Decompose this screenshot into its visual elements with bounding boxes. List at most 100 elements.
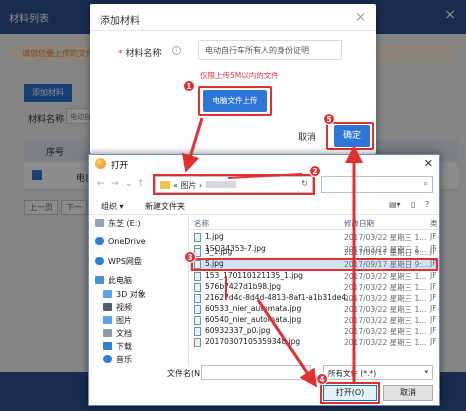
- file-date: 2017/03/22 星期三 1...: [344, 233, 427, 242]
- file-date: 2017/03/22 星期三 1...: [344, 272, 427, 281]
- chrome-icon: [95, 158, 106, 169]
- image-file-icon: [194, 305, 201, 314]
- step-badge-5: 5: [323, 113, 335, 125]
- file-date: 2017/03/22 星期三 1...: [344, 305, 427, 314]
- search-input[interactable]: ⌕: [321, 176, 433, 193]
- nav-item-onedrive[interactable]: OneDrive: [95, 237, 146, 249]
- nav-item-label: 音乐: [116, 355, 132, 364]
- file-type: JF: [430, 304, 437, 313]
- open-highlight-box: [320, 382, 380, 404]
- nav-item-label: 图片: [116, 316, 132, 325]
- nav-item-label: WPS网盘: [108, 257, 142, 266]
- file-row[interactable]: 60540_nier_automata.jpg 2017/03/22 星期三 1.…: [190, 315, 439, 326]
- filename-input[interactable]: [201, 365, 311, 380]
- nav-item-music[interactable]: 音乐: [103, 354, 132, 366]
- file-date: 2017/03/22 星期三 1...: [344, 338, 427, 347]
- preview-pane-icon[interactable]: ▯: [411, 200, 415, 209]
- info-icon: i: [172, 46, 181, 55]
- step-badge-1: 1: [183, 80, 195, 92]
- filetype-value: 所有文件 (*.*): [328, 369, 377, 378]
- image-file-icon: [194, 316, 201, 325]
- dialog-title: 打开: [111, 161, 129, 171]
- modal-cancel-button[interactable]: 取消: [298, 130, 316, 143]
- video-icon: [103, 303, 112, 311]
- chevron-down-icon: ▾: [424, 368, 428, 376]
- file-row[interactable]: 21627d4c-8d4d-4813-8af1-a1b31de4... 2017/…: [190, 293, 439, 304]
- file-type: JF: [430, 271, 437, 280]
- filetype-select[interactable]: 所有文件 (*.*) ▾: [323, 365, 433, 380]
- upload-highlight-box: [198, 86, 272, 116]
- file-list-header: 名称 修改日期 类: [190, 216, 439, 230]
- file-date: 2017/03/22 星期三 1...: [344, 327, 427, 336]
- file-row[interactable]: 1.jpg 2017/03/22 星期三 1... JF: [190, 232, 439, 243]
- file-row[interactable]: 153_170110121135_1.jpg 2017/03/22 星期三 1..…: [190, 271, 439, 282]
- forward-arrow-icon[interactable]: →: [111, 179, 119, 189]
- nav-item-label: 下载: [116, 342, 132, 351]
- material-name-label-text: 材料名称: [125, 49, 162, 59]
- nav-item-documents[interactable]: 文档: [103, 328, 132, 340]
- back-arrow-icon[interactable]: ←: [97, 179, 105, 189]
- nav-item-this-pc[interactable]: 此电脑: [95, 275, 132, 287]
- file-date: 2017/03/22 星期三 1...: [344, 316, 427, 325]
- close-icon[interactable]: ×: [355, 10, 366, 25]
- file-row[interactable]: 20170307105359348.jpg 2017/03/22 星期三 1...…: [190, 337, 439, 348]
- column-name[interactable]: 名称: [194, 218, 209, 229]
- confirm-highlight-box: [326, 122, 374, 150]
- navigation-pane: 东芝 (E:) OneDrive WPS网盘 此电脑 3D 对象 视频 图片 文…: [89, 216, 189, 366]
- dialog-cancel-button[interactable]: 取消: [383, 385, 433, 401]
- nav-item-3d-objects[interactable]: 3D 对象: [103, 289, 146, 301]
- image-file-icon: [194, 338, 201, 347]
- download-icon: [103, 342, 112, 350]
- nav-item-downloads[interactable]: 下载: [103, 341, 132, 353]
- file-date: 2017/03/22 星期三 1...: [344, 294, 427, 303]
- step-badge-3: 3: [184, 251, 196, 263]
- step-badge-4: 4: [316, 373, 328, 385]
- file-name: 60932337_p0.jpg: [205, 326, 271, 335]
- cloud-icon: [95, 257, 104, 265]
- file-type: JF: [430, 293, 437, 302]
- dialog-close-icon[interactable]: ✕: [424, 157, 433, 170]
- file-name: 153_170110121135_1.jpg: [205, 271, 303, 280]
- history-chevron-icon[interactable]: ⌄: [125, 179, 133, 189]
- dialog-titlebar: 打开 ✕: [89, 155, 439, 173]
- drive-icon: [95, 219, 104, 227]
- dialog-toolbar: 组织 ▾ 新建文件夹 ▤▾ ▯ ?: [89, 197, 439, 215]
- image-file-icon: [194, 283, 201, 292]
- file-row[interactable]: 576b7427d1b98.jpg 2017/03/22 星期三 1... JF: [190, 282, 439, 293]
- image-file-icon: [194, 294, 201, 303]
- picture-icon: [103, 316, 112, 324]
- file-row[interactable]: 60932337_p0.jpg 2017/03/22 星期三 1... JF: [190, 326, 439, 337]
- nav-item-pictures[interactable]: 图片: [103, 315, 132, 327]
- help-icon[interactable]: ?: [425, 200, 429, 209]
- file-date: 2017/09/17 星期日 9:...: [344, 248, 429, 257]
- cube-icon: [103, 290, 112, 298]
- file-type: JF: [430, 315, 437, 324]
- search-icon: ⌕: [423, 179, 428, 188]
- new-folder-button[interactable]: 新建文件夹: [145, 201, 185, 212]
- nav-item-label: OneDrive: [108, 237, 146, 246]
- nav-item-drive-e[interactable]: 东芝 (E:): [95, 218, 141, 230]
- file-type: JF: [430, 247, 437, 256]
- file-name: 21627d4c-8d4d-4813-8af1-a1b31de4...: [205, 293, 354, 302]
- modal-title: 添加材料: [100, 16, 140, 27]
- column-modified[interactable]: 修改日期: [344, 218, 374, 229]
- organize-menu[interactable]: 组织 ▾: [101, 201, 124, 212]
- up-arrow-icon[interactable]: ↑: [137, 179, 145, 189]
- cloud-icon: [95, 237, 104, 245]
- nav-item-wps-drive[interactable]: WPS网盘: [95, 256, 142, 268]
- file-date: 2017/03/22 星期三 1...: [344, 283, 427, 292]
- material-name-label: * 材料名称: [118, 49, 162, 59]
- add-material-modal: 添加材料 × * 材料名称 i 电动自行车所有人的身份证明 仅限上传5M以内的文件…: [90, 4, 376, 154]
- nav-item-videos[interactable]: 视频: [103, 302, 132, 314]
- view-options-icon[interactable]: ▤▾: [389, 200, 401, 209]
- file-row[interactable]: 60533_nier_automata.jpg 2017/03/22 星期三 1.…: [190, 304, 439, 315]
- image-file-icon: [194, 272, 201, 281]
- file-row[interactable]: 3_1.jpg 2017/09/17 星期日 9:... JF: [190, 247, 439, 258]
- material-name-input[interactable]: 电动自行车所有人的身份证明: [198, 40, 342, 60]
- file-name: 20170307105359348.jpg: [205, 337, 301, 346]
- file-type: JF: [430, 326, 437, 335]
- nav-item-label: 视频: [116, 303, 132, 312]
- modal-divider: [90, 30, 376, 31]
- address-highlight-box: [153, 174, 315, 195]
- column-type[interactable]: 类: [430, 218, 438, 229]
